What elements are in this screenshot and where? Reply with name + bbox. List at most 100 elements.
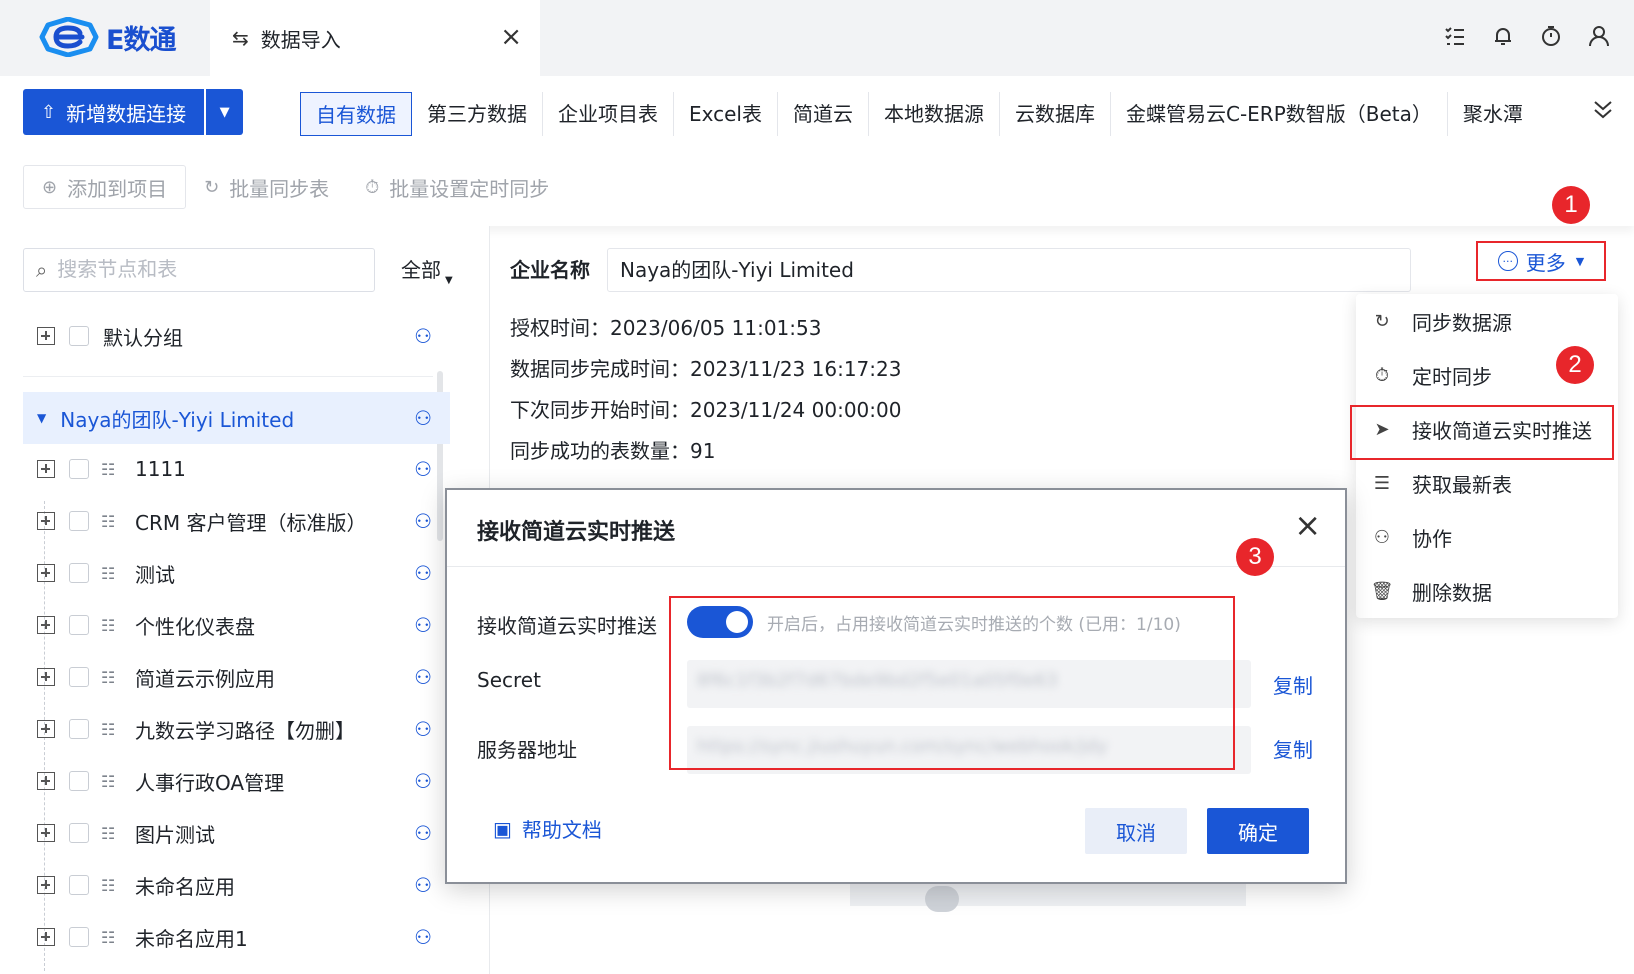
tab-third-party[interactable]: 第三方数据	[412, 92, 543, 136]
row-checkbox[interactable]	[69, 615, 89, 635]
add-connection-button[interactable]: ⇧ 新增数据连接	[23, 89, 205, 135]
upload-icon: ⇧	[41, 101, 57, 123]
confirm-button[interactable]: 确定	[1207, 808, 1309, 854]
row-label: CRM 客户管理（标准版）	[135, 510, 367, 535]
source-tabs: 自有数据 第三方数据 企业项目表 Excel表 简道云 本地数据源 云数据库 金…	[300, 92, 1538, 136]
collaborator-icon[interactable]: ⚇	[414, 561, 432, 585]
row-checkbox[interactable]	[69, 667, 89, 687]
tab-kingdee[interactable]: 金蝶管易云C-ERP数智版（Beta）	[1111, 92, 1448, 136]
expand-icon[interactable]	[37, 616, 55, 634]
help-doc-link[interactable]: ▣ 帮助文档	[493, 814, 602, 843]
row-checkbox[interactable]	[69, 326, 89, 346]
tab-title: 数据导入	[260, 27, 341, 52]
collaborator-icon[interactable]: ⚇	[414, 406, 432, 430]
collaborator-icon[interactable]: ⚇	[414, 769, 432, 793]
row-checkbox[interactable]	[69, 771, 89, 791]
menu-item-delete-data[interactable]: 🗑 删除数据	[1356, 564, 1618, 618]
divider	[447, 566, 1345, 567]
tab-own-data[interactable]: 自有数据	[300, 92, 412, 136]
tree-row[interactable]: ☷ 简道云示例应用 ⚇	[23, 651, 450, 703]
collaborator-icon[interactable]: ⚇	[414, 665, 432, 689]
tab-local-source[interactable]: 本地数据源	[869, 92, 1000, 136]
row-checkbox[interactable]	[69, 459, 89, 479]
tree-row[interactable]: ☷ 未命名应用 ⚇	[23, 859, 450, 911]
task-list-icon[interactable]	[1444, 22, 1466, 50]
step-badge-2: 2	[1556, 346, 1594, 384]
row-checkbox[interactable]	[69, 719, 89, 739]
row-checkbox[interactable]	[69, 563, 89, 583]
add-connection-dropdown[interactable]: ▼	[206, 89, 244, 135]
tree-row-default-group[interactable]: 默认分组 ⚇	[23, 310, 450, 362]
tree-row[interactable]: ☷ 1111 ⚇	[23, 443, 450, 495]
user-icon[interactable]	[1588, 22, 1610, 50]
enterprise-label: 企业名称	[510, 258, 590, 282]
expand-icon[interactable]	[37, 564, 55, 582]
expand-icon[interactable]	[37, 928, 55, 946]
plus-circle-icon: ⊕	[42, 176, 58, 198]
tree-row[interactable]: ☷ 个性化仪表盘 ⚇	[23, 599, 450, 651]
tab-jushuitan[interactable]: 聚水潭	[1448, 92, 1538, 136]
tree-row[interactable]: ☷ CRM 客户管理（标准版） ⚇	[23, 495, 450, 547]
expand-icon[interactable]	[37, 720, 55, 738]
collaborator-icon[interactable]: ⚇	[414, 613, 432, 637]
row-checkbox[interactable]	[69, 511, 89, 531]
menu-item-fetch-tables[interactable]: ☰ 获取最新表	[1356, 456, 1618, 510]
copy-secret-button[interactable]: 复制	[1273, 670, 1313, 699]
close-icon[interactable]: ×	[1294, 506, 1321, 544]
expand-tabs-icon[interactable]	[1592, 98, 1614, 126]
app-table-icon: ☷	[101, 563, 116, 583]
expand-icon[interactable]	[37, 668, 55, 686]
book-icon: ▣	[493, 816, 512, 841]
refresh-icon: ↻	[1374, 310, 1390, 332]
tree-row-team[interactable]: ▼ Naya的团队-Yiyi Limited ⚇	[23, 392, 450, 444]
server-label: 服务器地址	[477, 738, 577, 762]
expand-icon[interactable]	[37, 876, 55, 894]
tab-jiandaoyun[interactable]: 简道云	[778, 92, 869, 136]
tab-enterprise-project[interactable]: 企业项目表	[543, 92, 674, 136]
tree-row[interactable]: ☷ 未命名应用1 ⚇	[23, 911, 450, 963]
collaborator-icon[interactable]: ⚇	[414, 821, 432, 845]
timer-icon[interactable]	[1540, 22, 1562, 50]
tab-excel[interactable]: Excel表	[674, 92, 778, 136]
enterprise-name-field[interactable]: Naya的团队-Yiyi Limited	[607, 248, 1411, 292]
collaborator-icon[interactable]: ⚇	[414, 509, 432, 533]
collaborator-icon[interactable]: ⚇	[414, 457, 432, 481]
search-box[interactable]: ⌕	[23, 248, 375, 292]
menu-item-collaborate[interactable]: ⚇ 协作	[1356, 510, 1618, 564]
caret-down-icon[interactable]: ▼	[37, 411, 46, 425]
bell-icon[interactable]	[1492, 22, 1514, 50]
tree-row[interactable]: ☷ 九数云学习路径【勿删】 ⚇	[23, 703, 450, 755]
row-checkbox[interactable]	[69, 823, 89, 843]
expand-icon[interactable]	[37, 772, 55, 790]
more-label: 更多	[1525, 250, 1566, 275]
collaborator-icon[interactable]: ⚇	[414, 717, 432, 741]
filter-select[interactable]: 全部 ▼	[401, 248, 453, 292]
app-logo[interactable]: E数通	[38, 17, 176, 57]
collaborator-icon[interactable]: ⚇	[414, 925, 432, 949]
batch-sync-button[interactable]: ↻ 批量同步表	[186, 165, 347, 209]
search-input[interactable]	[57, 258, 348, 282]
close-tab-icon[interactable]: ×	[500, 22, 522, 52]
menu-item-sync-source[interactable]: ↻ 同步数据源	[1356, 294, 1618, 348]
expand-icon[interactable]	[37, 327, 55, 345]
row-checkbox[interactable]	[69, 875, 89, 895]
tab-data-import[interactable]: ⇆ 数据导入 ×	[210, 0, 540, 76]
tab-cloud-db[interactable]: 云数据库	[1000, 92, 1111, 136]
cancel-button[interactable]: 取消	[1085, 808, 1187, 854]
collaborator-icon[interactable]: ⚇	[414, 324, 432, 348]
copy-server-button[interactable]: 复制	[1273, 734, 1313, 763]
expand-icon[interactable]	[37, 460, 55, 478]
tree-row[interactable]: ☷ 人事行政OA管理 ⚇	[23, 755, 450, 807]
row-label: 未命名应用1	[135, 926, 248, 951]
tree-row[interactable]: ☷ 测试 ⚇	[23, 547, 450, 599]
menu-label: 定时同步	[1412, 364, 1492, 389]
add-to-project-button[interactable]: ⊕ 添加到项目	[23, 165, 187, 209]
expand-icon[interactable]	[37, 824, 55, 842]
row-checkbox[interactable]	[69, 927, 89, 947]
expand-icon[interactable]	[37, 512, 55, 530]
menu-label: 删除数据	[1412, 580, 1492, 605]
tree-row[interactable]: ☷ 图片测试 ⚇	[23, 807, 450, 859]
more-button[interactable]: ··· 更多 ▼	[1476, 241, 1606, 281]
collaborator-icon[interactable]: ⚇	[414, 873, 432, 897]
batch-schedule-button[interactable]: ⏱ 批量设置定时同步	[347, 165, 567, 209]
